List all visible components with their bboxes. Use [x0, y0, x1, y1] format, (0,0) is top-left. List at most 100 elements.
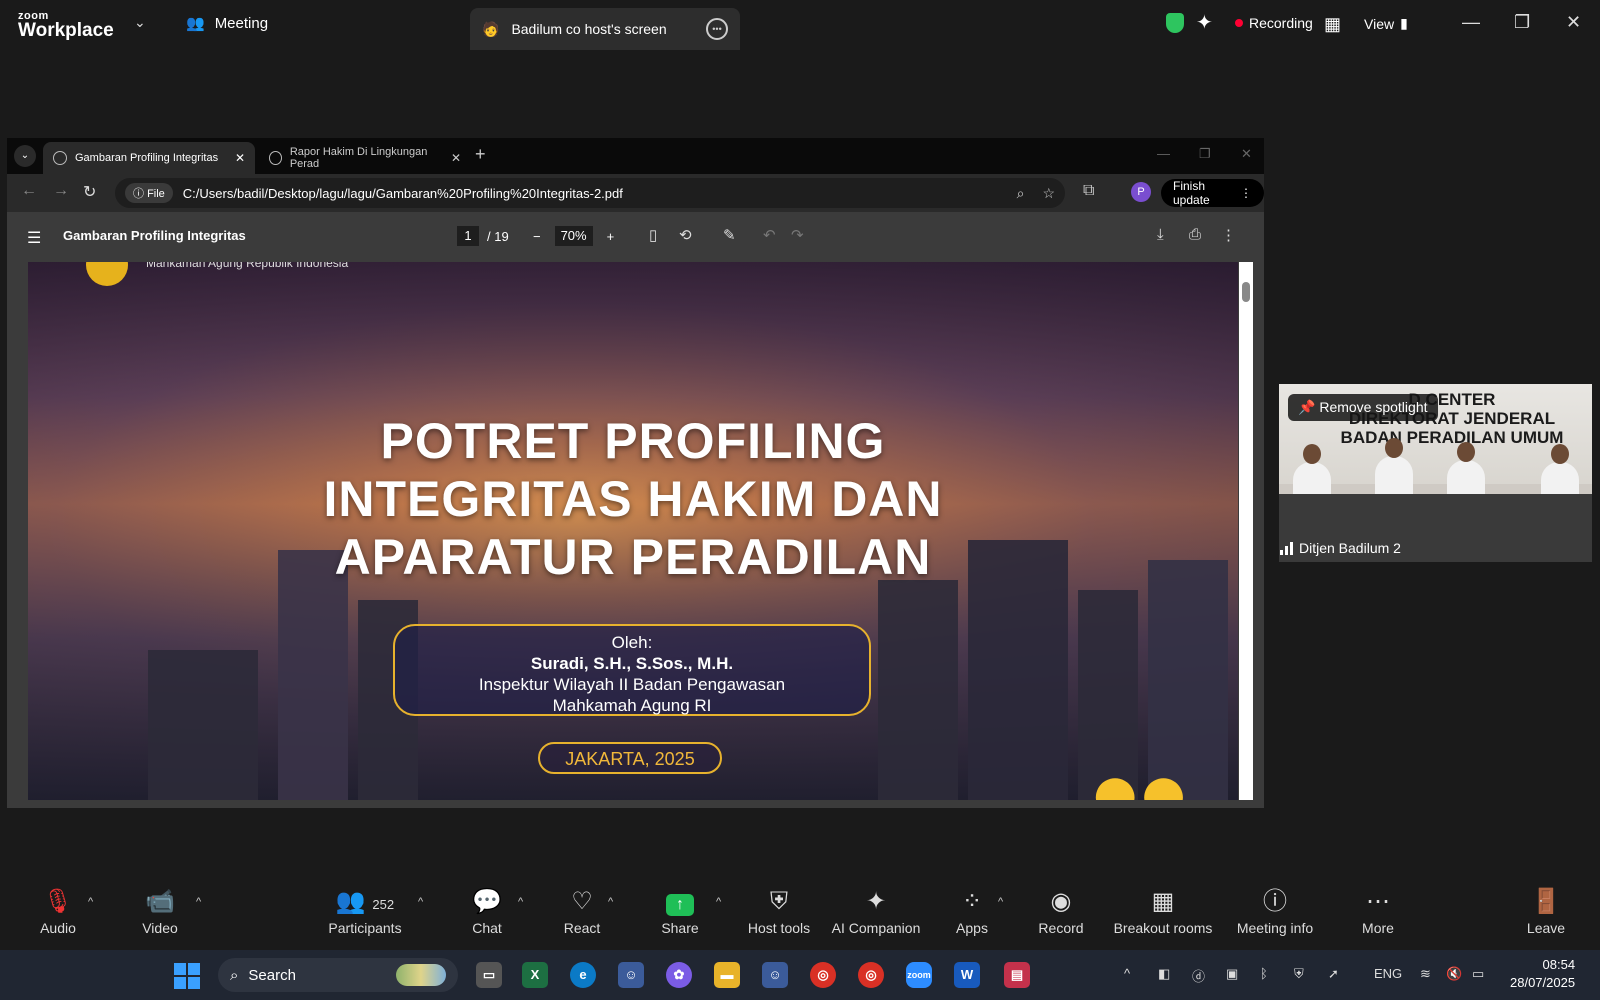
ai-companion-button[interactable]: ✦ AI Companion — [826, 888, 926, 936]
video-options-caret-icon[interactable]: ^ — [196, 896, 201, 908]
react-button[interactable]: ♡ React — [532, 888, 632, 936]
browser-tab-active[interactable]: Gambaran Profiling Integritas ✕ — [43, 142, 255, 174]
more-options-icon[interactable]: ••• — [706, 18, 728, 40]
wifi-icon[interactable]: ≋ — [1420, 966, 1431, 982]
meeting-tab[interactable]: 👥 Meeting — [186, 14, 268, 33]
redo-icon[interactable]: ↷ — [791, 226, 804, 244]
pdf-viewer-toolbar: ☰ Gambaran Profiling Integritas 1 / 19 −… — [7, 212, 1264, 260]
zoom-app-icon[interactable]: zoom — [906, 962, 932, 988]
browser-restore-icon[interactable]: ❐ — [1199, 146, 1211, 162]
screen-share-tab[interactable]: 🧑 Badilum co host's screen ••• — [470, 8, 740, 50]
pdf-app-icon[interactable]: ▤ — [1004, 962, 1030, 988]
file-chip[interactable]: ⓘ File — [125, 183, 173, 203]
new-tab-icon[interactable]: + — [475, 144, 486, 165]
chrome-icon[interactable]: ◎ — [810, 962, 836, 988]
chat-caret-icon[interactable]: ^ — [518, 896, 523, 908]
finish-update-button[interactable]: Finish update ⋮ — [1161, 179, 1264, 207]
recording-indicator[interactable]: Recording — [1235, 15, 1313, 31]
undo-icon[interactable]: ↶ — [763, 226, 776, 244]
leave-button[interactable]: 🚪 Leave — [1496, 888, 1596, 936]
file-explorer-icon[interactable]: ▬ — [714, 962, 740, 988]
participant-name-tag: Ditjen Badilum 2 — [1280, 540, 1401, 556]
video-button[interactable]: 📹 Video — [110, 888, 210, 936]
fit-page-icon[interactable]: ▯ — [649, 226, 657, 244]
close-icon[interactable]: ✕ — [1566, 12, 1581, 33]
remove-spotlight-button[interactable]: 📌 Remove spotlight — [1288, 394, 1438, 421]
breakout-rooms-button[interactable]: ▦ Breakout rooms — [1113, 888, 1213, 936]
browser-minimize-icon[interactable]: — — [1157, 146, 1170, 161]
hamburger-menu-icon[interactable]: ☰ — [27, 228, 41, 248]
tab-search-icon[interactable]: ⌄ — [14, 145, 36, 167]
profile-avatar[interactable]: P — [1131, 182, 1151, 202]
tray-zoom-icon[interactable]: ▣ — [1226, 966, 1238, 982]
ai-sparkle-icon[interactable]: ✦ — [1196, 10, 1213, 35]
zoom-out-icon[interactable]: − — [533, 229, 541, 244]
share-button[interactable]: ↑ Share — [630, 888, 730, 936]
chevron-down-icon[interactable]: ⌄ — [134, 14, 146, 31]
zoom-lens-icon[interactable]: ⌕ — [1017, 185, 1025, 202]
show-hidden-icons-icon[interactable]: ^ — [1124, 966, 1130, 981]
task-view-icon[interactable]: ▭ — [476, 962, 502, 988]
user-app-icon[interactable]: ☺ — [618, 962, 644, 988]
share-caret-icon[interactable]: ^ — [716, 896, 721, 908]
apps-caret-icon[interactable]: ^ — [998, 896, 1003, 908]
view-button[interactable]: View ▮ — [1364, 15, 1408, 32]
browser-close-icon[interactable]: ✕ — [1241, 146, 1252, 162]
draw-annotate-icon[interactable]: ✎ — [723, 226, 736, 244]
taskbar-search[interactable]: ⌕ Search — [218, 958, 458, 992]
info-icon: ⓘ — [1263, 888, 1287, 915]
chrome-icon-2[interactable]: ◎ — [858, 962, 884, 988]
back-arrow-icon[interactable]: ← — [21, 182, 37, 200]
participants-caret-icon[interactable]: ^ — [418, 896, 423, 908]
battery-icon[interactable]: ▭ — [1472, 966, 1484, 982]
scroll-thumb[interactable] — [1242, 282, 1250, 302]
heart-react-icon: ♡ — [571, 888, 593, 915]
print-icon[interactable]: ⎙ — [1189, 226, 1201, 243]
search-icon: ⌕ — [230, 966, 239, 984]
bookmark-star-icon[interactable]: ☆ — [1042, 185, 1055, 202]
more-vertical-icon[interactable]: ⋮ — [1221, 226, 1236, 244]
download-icon[interactable]: ⤓ — [1157, 226, 1164, 243]
system-clock[interactable]: 08:54 28/07/2025 — [1510, 956, 1575, 992]
apps-button[interactable]: ⁘ Apps — [922, 888, 1022, 936]
kebab-menu-icon: ⋮ — [1240, 186, 1252, 200]
security-shield-icon[interactable] — [1166, 13, 1184, 33]
close-tab-icon[interactable]: ✕ — [451, 151, 461, 165]
close-tab-icon[interactable]: ✕ — [235, 151, 245, 165]
slide-title-line: APARATUR PERADILAN — [334, 529, 932, 585]
defender-icon[interactable]: ⛨ — [1294, 966, 1304, 982]
extensions-icon[interactable]: ⧉ — [1083, 182, 1094, 200]
tray-d-icon[interactable]: ⓓ — [1192, 966, 1205, 985]
forward-arrow-icon[interactable]: → — [53, 182, 69, 200]
browser-tab[interactable]: Rapor Hakim Di Lingkungan Perad ✕ — [259, 142, 471, 174]
reload-icon[interactable]: ↻ — [83, 182, 96, 202]
language-indicator[interactable]: ENG — [1374, 966, 1402, 981]
edge-icon[interactable]: e — [570, 962, 596, 988]
volume-muted-icon[interactable]: 🔇 — [1446, 966, 1462, 982]
address-bar[interactable]: ⓘ File C:/Users/badil/Desktop/lagu/lagu/… — [115, 178, 1065, 208]
word-icon[interactable]: W — [954, 962, 980, 988]
host-tools-button[interactable]: ⛨ Host tools — [729, 888, 829, 936]
tray-app-icon[interactable]: ◧ — [1158, 966, 1170, 982]
page-number-input[interactable]: 1 — [457, 226, 479, 246]
gallery-grid-icon[interactable]: ▦ — [1324, 14, 1341, 35]
minimize-icon[interactable]: — — [1462, 12, 1480, 33]
excel-icon[interactable]: X — [522, 962, 548, 988]
meeting-info-button[interactable]: ⓘ Meeting info — [1225, 888, 1325, 936]
windows-start-icon[interactable] — [174, 963, 200, 989]
pdf-scrollbar[interactable] — [1239, 262, 1253, 800]
zoom-level-input[interactable]: 70% — [554, 226, 593, 246]
more-button[interactable]: ⋯ More — [1328, 888, 1428, 936]
participants-button[interactable]: 👥 252 Participants — [315, 888, 415, 936]
rotate-icon[interactable]: ⟲ — [679, 226, 692, 244]
zoom-in-icon[interactable]: + — [607, 229, 615, 244]
record-button[interactable]: ◉ Record — [1011, 888, 1111, 936]
copilot-icon[interactable]: ✿ — [666, 962, 692, 988]
user-app-icon-2[interactable]: ☺ — [762, 962, 788, 988]
location-icon[interactable]: ➚ — [1328, 966, 1339, 982]
react-caret-icon[interactable]: ^ — [608, 896, 613, 908]
audio-options-caret-icon[interactable]: ^ — [88, 896, 93, 908]
pdf-title: Gambaran Profiling Integritas — [63, 228, 246, 243]
restore-icon[interactable]: ❐ — [1514, 12, 1530, 33]
bluetooth-icon[interactable]: ᛒ — [1260, 966, 1268, 981]
